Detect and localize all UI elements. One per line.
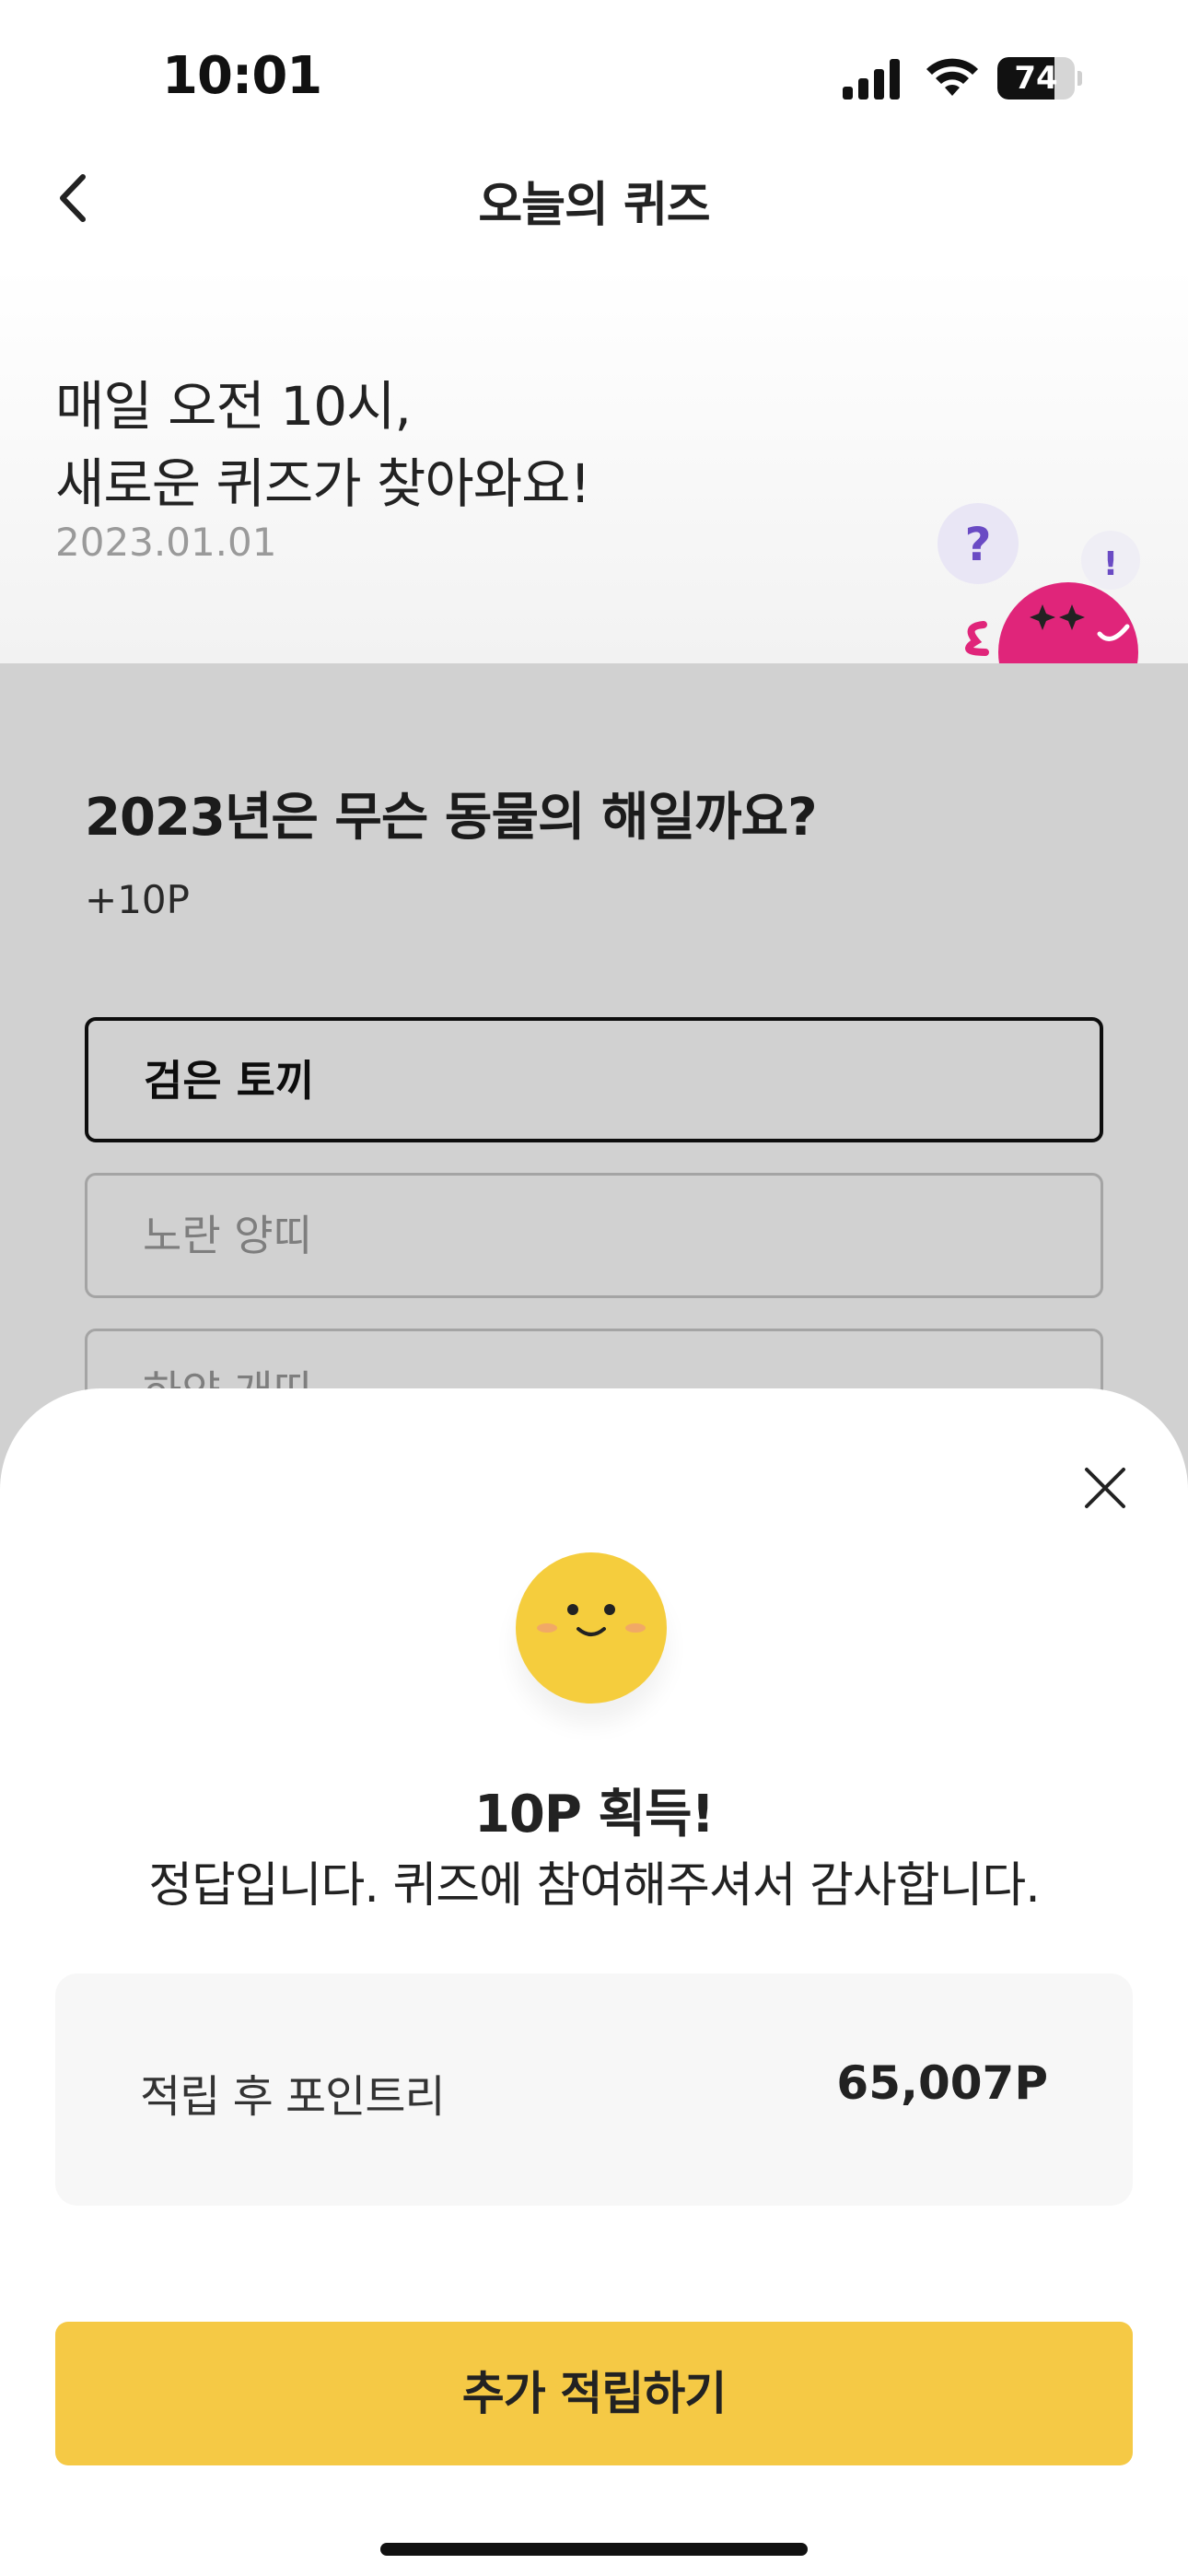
close-button[interactable] xyxy=(1077,1460,1133,1516)
status-time: 10:01 xyxy=(162,46,322,106)
battery-cap xyxy=(1077,71,1082,86)
earned-points-title: 10P 획득! xyxy=(473,1785,715,1844)
point-balance-value: 65,007P xyxy=(836,2056,1048,2110)
exclamation-mark-icon: ! xyxy=(1103,545,1118,583)
mascot-arm xyxy=(965,621,989,656)
page-title: 오늘의 퀴즈 xyxy=(478,178,710,233)
earn-more-button[interactable]: 추가 적립하기 xyxy=(55,2322,1133,2465)
battery-level-text: 74 xyxy=(1014,60,1058,97)
home-indicator xyxy=(380,2543,808,2556)
smiley-face-icon xyxy=(516,1552,667,1704)
wifi-icon xyxy=(926,58,978,96)
mascot-body xyxy=(998,582,1138,663)
correct-answer-message: 정답입니다. 퀴즈에 참여해주셔서 감사합니다. xyxy=(148,1858,1041,1914)
cellular-signal-icon xyxy=(843,59,900,100)
back-button[interactable] xyxy=(46,166,101,230)
chevron-left-icon xyxy=(60,174,86,222)
mascot-illustration: ? ! xyxy=(938,503,1140,663)
battery-icon: 74 xyxy=(997,57,1082,100)
hero-date: 2023.01.01 xyxy=(55,520,277,565)
close-icon xyxy=(1085,1468,1125,1508)
hero-line-1: 매일 오전 10시, xyxy=(55,375,412,438)
hero-line-2: 새로운 퀴즈가 찾아와요! xyxy=(55,452,591,515)
question-mark-icon: ? xyxy=(964,518,991,571)
